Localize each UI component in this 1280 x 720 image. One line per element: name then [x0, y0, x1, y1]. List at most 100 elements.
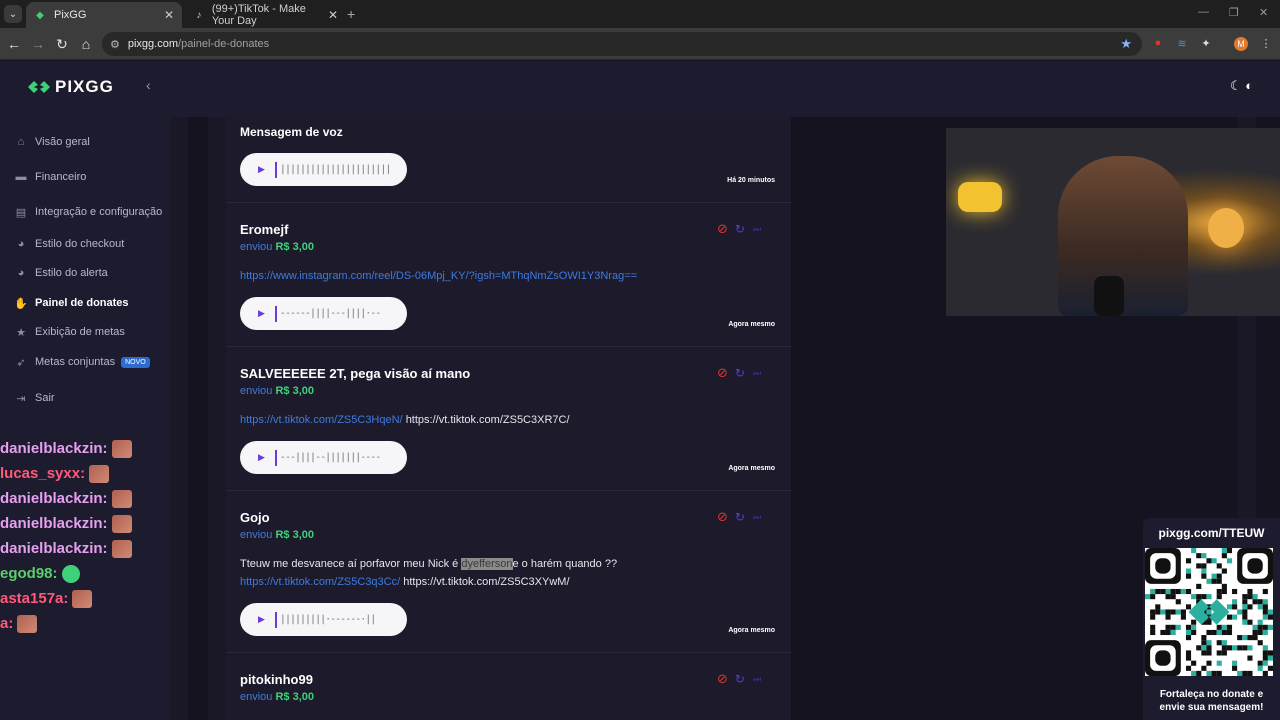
emote-icon	[17, 614, 38, 633]
back-icon[interactable]: ←	[6, 36, 22, 52]
replay-icon[interactable]: ↻	[735, 510, 745, 524]
close-window-icon[interactable]: ✕	[1259, 6, 1268, 19]
audio-player[interactable]: ▶ ------||||---||||·--	[240, 297, 407, 330]
webcam-overlay	[946, 128, 1280, 316]
home-icon[interactable]: ⌂	[78, 36, 94, 52]
restore-icon[interactable]: ❐	[1229, 6, 1239, 19]
donation-card: Mensagem de voz ▶ ||||||||||||||||||||||…	[226, 117, 791, 203]
sidebar-item-label: Integração e configuração	[35, 206, 163, 218]
donate-icon: ✋	[14, 297, 28, 310]
donations-panel: Mensagem de voz ▶ ||||||||||||||||||||||…	[226, 117, 791, 720]
sidebar-item-integracao[interactable]: ▤ Integração e configuração	[14, 205, 162, 219]
audio-player[interactable]: ▶ ||||||||||||||||||||||	[240, 153, 407, 186]
block-icon[interactable]: ⊘	[717, 509, 728, 525]
chat-message: lucas_syxx:	[0, 461, 132, 486]
message-link-plain[interactable]: https://vt.tiktok.com/ZS5C3XYwM/	[403, 576, 569, 588]
tab-title: PixGG	[54, 9, 87, 21]
play-icon[interactable]: ▶	[258, 164, 265, 175]
theme-toggle-icon[interactable]: ☾ ◐	[1230, 78, 1253, 94]
playhead[interactable]	[274, 611, 277, 628]
play-icon[interactable]: ▶	[258, 452, 265, 463]
message-link-plain[interactable]: https://vt.tiktok.com/ZS5C3XR7C/	[406, 414, 570, 426]
skip-icon[interactable]: ⏭	[753, 224, 761, 235]
sidebar-item-label: Estilo do checkout	[35, 238, 125, 250]
waveform[interactable]: ||||||||||||||||||||||	[280, 164, 391, 175]
qr-code	[1145, 548, 1273, 676]
waveform[interactable]: ------||||---||||·--	[280, 308, 381, 319]
collapse-sidebar-icon[interactable]: ‹	[146, 77, 151, 93]
close-tab-icon[interactable]: ✕	[328, 8, 338, 22]
playhead[interactable]	[274, 161, 277, 178]
extensions-puzzle-icon[interactable]: ✦	[1199, 36, 1213, 50]
message-link[interactable]: https://vt.tiktok.com/ZS5C3q3Cc/	[240, 576, 400, 588]
play-icon[interactable]: ▶	[258, 308, 265, 319]
block-icon[interactable]: ⊘	[717, 365, 728, 381]
extension-icon[interactable]: ≋	[1175, 36, 1189, 50]
replay-icon[interactable]: ↻	[735, 366, 745, 380]
tab-pixgg[interactable]: ◆ PixGG ✕	[26, 2, 182, 28]
chat-message: danielblackzin:	[0, 511, 132, 536]
qr-donate-card: pixgg.com/TTEUW Fortaleça no donate e en…	[1143, 518, 1280, 720]
message-highlight: dyefferson	[461, 558, 513, 570]
audio-player[interactable]: ▶ |||||||||·------·||	[240, 603, 407, 636]
sidebar-item-sair[interactable]: ⇥ Sair	[14, 391, 55, 405]
amount-value: R$ 3,00	[275, 691, 315, 703]
playhead[interactable]	[274, 305, 277, 322]
sidebar-item-estilo-checkout[interactable]: ◕ Estilo do checkout	[14, 237, 125, 251]
bookmark-star-icon[interactable]: ★	[1120, 36, 1132, 52]
chat-username: asta157a:	[0, 590, 69, 607]
sidebar-item-metas-conjuntas[interactable]: ➶ Metas conjuntas NOVO	[14, 355, 150, 369]
palette-icon: ◕	[17, 238, 25, 250]
play-icon[interactable]: ▶	[258, 614, 265, 625]
message-link[interactable]: https://vt.tiktok.com/ZS5C3HqeN/	[240, 414, 403, 426]
browser-menu-icon[interactable]: ⋮	[1259, 36, 1273, 50]
sidebar-item-financeiro[interactable]: ▬ Financeiro	[14, 170, 87, 184]
tab-tiktok[interactable]: ♪ (99+)TikTok - Make Your Day ✕	[186, 2, 346, 28]
close-tab-icon[interactable]: ✕	[164, 8, 174, 22]
address-bar: ← → ↻ ⌂ ⚙ pixgg.com/painel-de-donates ★ …	[0, 28, 1280, 60]
skip-icon[interactable]: ⏭	[753, 512, 761, 523]
sidebar-item-label: Sair	[35, 392, 55, 404]
pixgg-logo[interactable]: PIXGG	[28, 77, 114, 97]
wallet-icon: ▬	[15, 171, 27, 183]
block-icon[interactable]: ⊘	[717, 221, 728, 237]
sidebar-item-painel-donates[interactable]: ✋ Painel de donates	[14, 296, 128, 310]
sidebar-item-visao-geral[interactable]: ⌂ Visão geral	[14, 135, 90, 149]
reload-icon[interactable]: ↻	[54, 36, 70, 52]
donor-name: Eromejf	[240, 222, 289, 237]
waveform[interactable]: ---||||--|||||||----	[280, 452, 381, 463]
sidebar-item-estilo-alerta[interactable]: ◕ Estilo do alerta	[14, 266, 108, 280]
amount-value: R$ 3,00	[275, 241, 315, 253]
sidebar-item-exibicao-metas[interactable]: ★ Exibição de metas	[14, 325, 125, 339]
chat-message: egod98:	[0, 561, 132, 586]
profile-avatar[interactable]: M	[1234, 37, 1248, 51]
emote-icon	[111, 539, 132, 558]
new-tab-icon[interactable]: +	[347, 6, 355, 22]
skip-icon[interactable]: ⏭	[753, 368, 761, 379]
replay-icon[interactable]: ↻	[735, 672, 745, 686]
message-link[interactable]: https://www.instagram.com/reel/DS-06Mpj_…	[240, 270, 637, 282]
extension-icon[interactable]: ●	[1151, 36, 1165, 50]
sidebar-item-label: Visão geral	[35, 136, 90, 148]
forward-icon[interactable]: →	[30, 36, 46, 52]
audio-player[interactable]: ▶ ---||||--|||||||----	[240, 441, 407, 474]
sent-label: enviou	[240, 691, 273, 703]
tab-search-icon[interactable]: ⌄	[4, 5, 22, 23]
replay-icon[interactable]: ↻	[735, 222, 745, 236]
star-icon: ★	[16, 326, 26, 339]
playhead[interactable]	[274, 449, 277, 466]
chat-username: danielblackzin:	[0, 515, 108, 532]
donation-message: https://vt.tiktok.com/ZS5C3HqeN/ https:/…	[240, 411, 570, 429]
lamp-light	[1208, 208, 1244, 248]
skip-icon[interactable]: ⏭	[753, 674, 761, 685]
block-icon[interactable]: ⊘	[717, 671, 728, 687]
chat-message: a:	[0, 611, 132, 636]
donation-time: Agora mesmo	[728, 465, 775, 472]
url-input[interactable]: ⚙ pixgg.com/painel-de-donates ★	[102, 32, 1142, 56]
palette-icon: ◕	[17, 267, 25, 279]
site-info-icon[interactable]: ⚙	[110, 38, 120, 51]
chat-message: danielblackzin:	[0, 536, 132, 561]
waveform[interactable]: |||||||||·------·||	[280, 614, 376, 625]
qr-footer-line: envie sua mensagem!	[1159, 702, 1264, 713]
minimize-icon[interactable]: —	[1198, 6, 1209, 18]
